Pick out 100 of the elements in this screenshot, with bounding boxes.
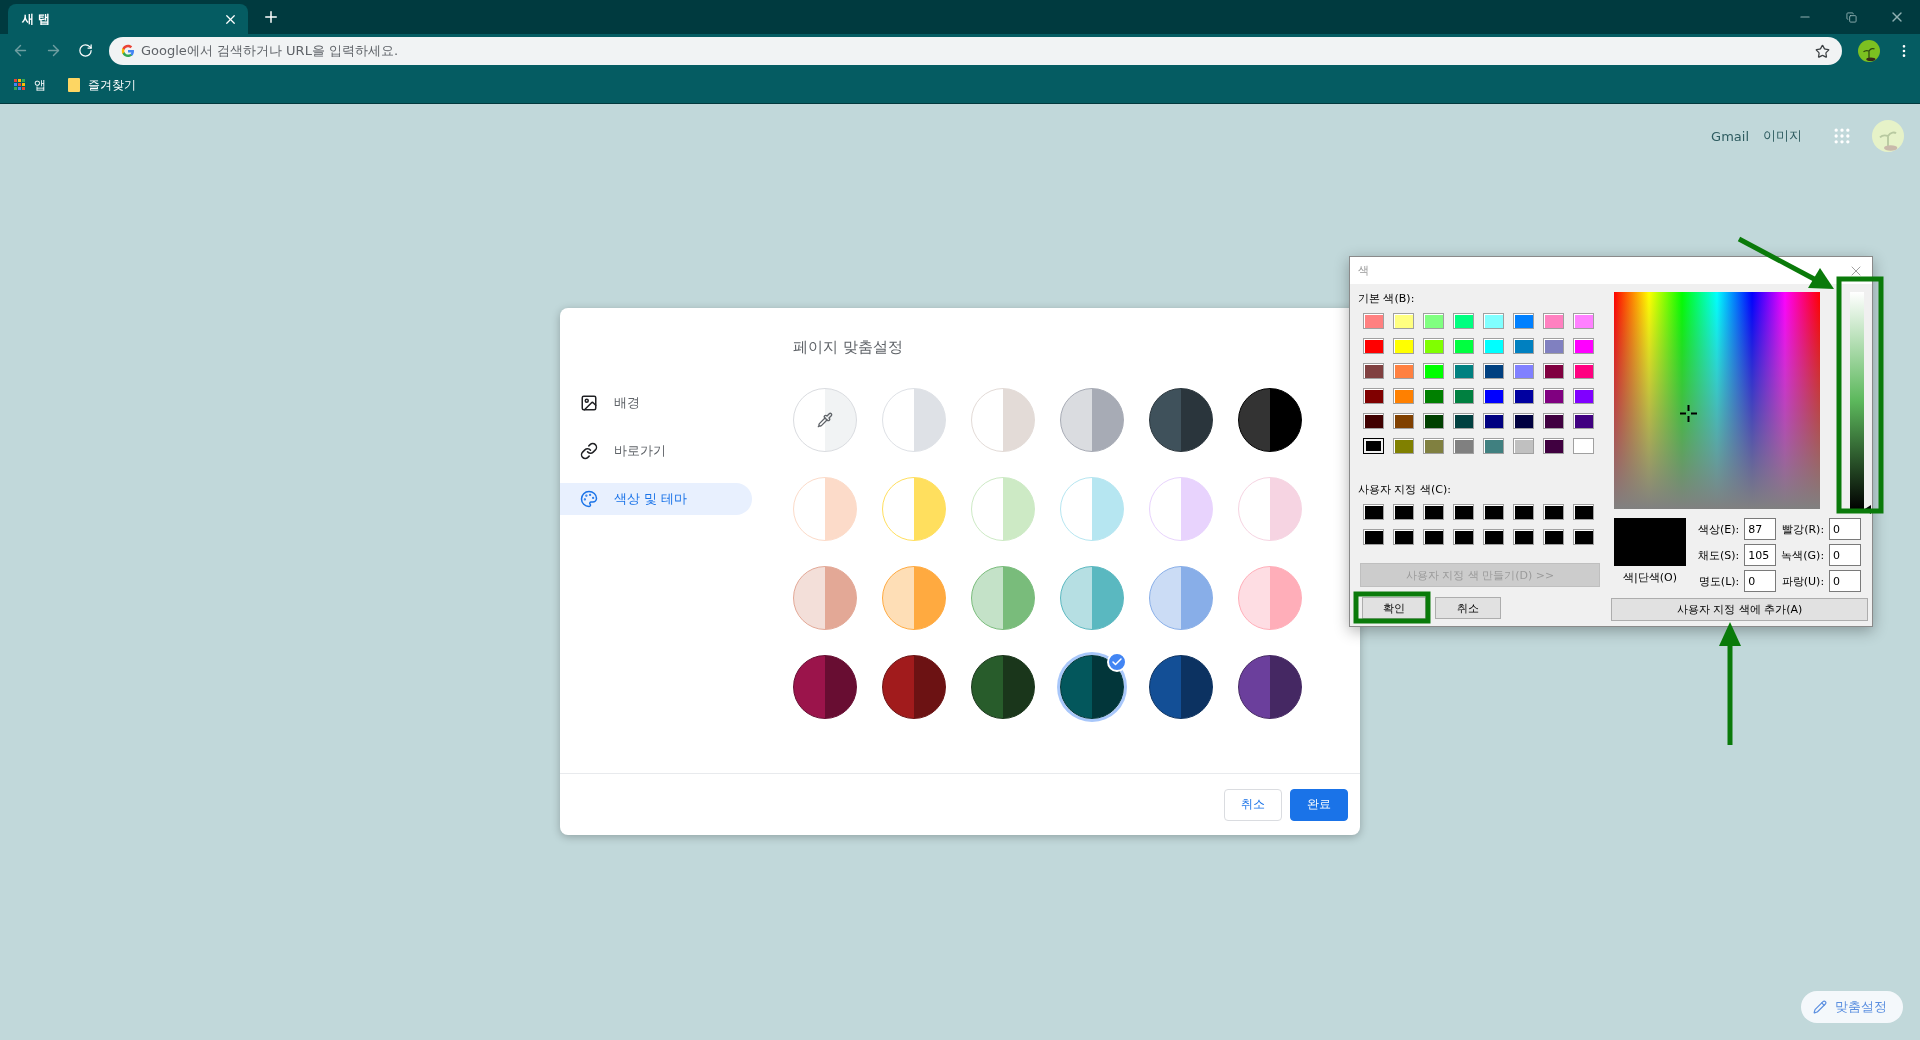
color-swatch[interactable] bbox=[1573, 413, 1594, 429]
color-swatch[interactable] bbox=[1573, 388, 1594, 404]
color-swatch[interactable] bbox=[1513, 438, 1534, 454]
color-swatch[interactable] bbox=[1573, 504, 1594, 520]
number-field[interactable]: 0 bbox=[1829, 570, 1862, 592]
header-link[interactable]: 이미지 bbox=[1763, 127, 1802, 145]
color-swatch[interactable] bbox=[1483, 363, 1504, 379]
color-swatch[interactable] bbox=[1423, 413, 1444, 429]
color-swatch[interactable] bbox=[1483, 438, 1504, 454]
eyedropper-icon bbox=[817, 412, 833, 428]
color-swatch[interactable] bbox=[1393, 363, 1414, 379]
color-swatch[interactable] bbox=[1543, 529, 1564, 545]
avatar[interactable] bbox=[1858, 39, 1880, 62]
field-label: 명도(L): bbox=[1698, 573, 1740, 589]
color-swatch[interactable] bbox=[1543, 338, 1564, 354]
ok-button[interactable]: 확인 bbox=[1362, 597, 1426, 619]
color-swatch[interactable] bbox=[1573, 438, 1594, 454]
new-tab-icon[interactable] bbox=[262, 8, 280, 26]
color-swatch[interactable] bbox=[1483, 529, 1504, 545]
color-swatch[interactable] bbox=[1393, 313, 1414, 329]
color-swatch[interactable] bbox=[1363, 438, 1384, 454]
number-field[interactable]: 105 bbox=[1744, 544, 1777, 566]
reload-icon[interactable] bbox=[78, 43, 93, 58]
color-swatch[interactable] bbox=[1513, 529, 1534, 545]
color-swatch[interactable] bbox=[1513, 504, 1534, 520]
color-swatch[interactable] bbox=[1453, 504, 1474, 520]
color-swatch[interactable] bbox=[1363, 313, 1384, 329]
back-icon[interactable] bbox=[12, 42, 29, 59]
color-swatch[interactable] bbox=[1453, 313, 1474, 329]
cancel-button[interactable]: 취소 bbox=[1435, 597, 1501, 619]
color-swatch[interactable] bbox=[1543, 413, 1564, 429]
browser-tab[interactable]: 새 탭 bbox=[8, 4, 248, 34]
bookmark[interactable]: 즐겨찾기 bbox=[62, 72, 142, 98]
color-swatch[interactable] bbox=[1543, 388, 1564, 404]
color-swatch[interactable] bbox=[1363, 413, 1384, 429]
field-label: 파랑(U): bbox=[1781, 573, 1825, 589]
color-swatch[interactable] bbox=[1483, 413, 1504, 429]
color-swatch[interactable] bbox=[1423, 338, 1444, 354]
image-icon bbox=[580, 394, 598, 412]
color-swatch[interactable] bbox=[1423, 388, 1444, 404]
color-swatch[interactable] bbox=[1453, 438, 1474, 454]
field-label: 채도(S): bbox=[1698, 547, 1740, 563]
header-link[interactable]: Gmail bbox=[1711, 128, 1749, 144]
color-swatch[interactable] bbox=[1573, 363, 1594, 379]
color-swatch[interactable] bbox=[1393, 529, 1414, 545]
nav-item[interactable]: 배경 bbox=[560, 387, 752, 419]
color-swatch[interactable] bbox=[1543, 313, 1564, 329]
color-swatch[interactable] bbox=[1393, 413, 1414, 429]
color-swatch[interactable] bbox=[1363, 363, 1384, 379]
forward-icon[interactable] bbox=[45, 42, 62, 59]
color-swatch[interactable] bbox=[1423, 529, 1444, 545]
color-swatch[interactable] bbox=[1363, 388, 1384, 404]
color-swatch[interactable] bbox=[1513, 363, 1534, 379]
color-swatch[interactable] bbox=[1363, 338, 1384, 354]
star-icon[interactable] bbox=[1815, 43, 1830, 59]
color-swatch[interactable] bbox=[1543, 438, 1564, 454]
cancel-button[interactable]: 취소 bbox=[1224, 788, 1282, 821]
color-swatch[interactable] bbox=[1513, 388, 1534, 404]
field-label: 색상(E): bbox=[1698, 521, 1740, 537]
color-swatch[interactable] bbox=[1423, 363, 1444, 379]
color-spectrum[interactable] bbox=[1614, 292, 1820, 509]
color-swatch[interactable] bbox=[1453, 413, 1474, 429]
color-swatch[interactable] bbox=[1573, 313, 1594, 329]
bookmark[interactable]: 앱 bbox=[8, 72, 52, 98]
nav-item[interactable]: 바로가기 bbox=[560, 435, 752, 467]
color-swatch[interactable] bbox=[1393, 388, 1414, 404]
color-swatch[interactable] bbox=[1363, 504, 1384, 520]
color-swatch[interactable] bbox=[1483, 338, 1504, 354]
google-icon bbox=[121, 43, 135, 58]
color-swatch[interactable] bbox=[1453, 338, 1474, 354]
color-swatch[interactable] bbox=[1483, 313, 1504, 329]
pencil-icon bbox=[1813, 1000, 1827, 1014]
color-swatch[interactable] bbox=[1393, 338, 1414, 354]
color-swatch[interactable] bbox=[1543, 363, 1564, 379]
color-swatch[interactable] bbox=[1573, 338, 1594, 354]
add-custom-color-button[interactable]: 사용자 지정 색에 추가(A) bbox=[1611, 598, 1868, 621]
color-swatch[interactable] bbox=[1423, 313, 1444, 329]
color-swatch[interactable] bbox=[1513, 338, 1534, 354]
color-swatch[interactable] bbox=[1423, 438, 1444, 454]
nav-item[interactable]: 색상 및 테마 bbox=[560, 483, 752, 515]
color-swatch[interactable] bbox=[1483, 388, 1504, 404]
color-swatch[interactable] bbox=[1393, 504, 1414, 520]
color-swatch[interactable] bbox=[1483, 504, 1504, 520]
color-swatch[interactable] bbox=[1513, 313, 1534, 329]
theme-swatch[interactable] bbox=[1060, 655, 1124, 719]
number-field[interactable]: 0 bbox=[1829, 518, 1862, 540]
color-swatch[interactable] bbox=[1453, 363, 1474, 379]
color-swatch[interactable] bbox=[1453, 529, 1474, 545]
color-swatch[interactable] bbox=[1513, 413, 1534, 429]
color-swatch[interactable] bbox=[1363, 529, 1384, 545]
done-button[interactable]: 완료 bbox=[1290, 788, 1348, 821]
number-field[interactable]: 0 bbox=[1829, 544, 1862, 566]
color-swatch[interactable] bbox=[1423, 504, 1444, 520]
color-swatch[interactable] bbox=[1543, 504, 1564, 520]
color-swatch[interactable] bbox=[1573, 529, 1594, 545]
number-field[interactable]: 87 bbox=[1744, 518, 1777, 540]
color-swatch[interactable] bbox=[1393, 438, 1414, 454]
address-field[interactable]: Google에서 검색하거나 URL을 입력하세요. bbox=[109, 36, 1842, 65]
number-field[interactable]: 0 bbox=[1744, 570, 1777, 592]
color-swatch[interactable] bbox=[1453, 388, 1474, 404]
